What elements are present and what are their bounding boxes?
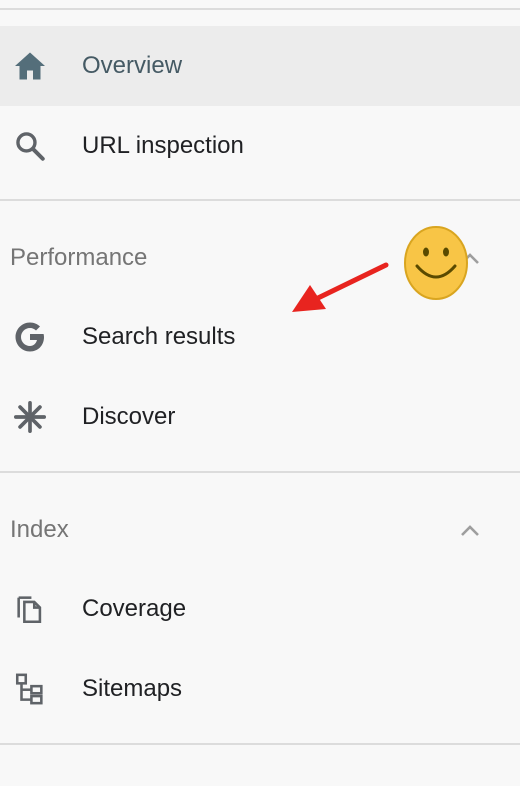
red-arrow-icon (292, 262, 389, 312)
smiley-face-icon (404, 226, 468, 300)
annotation-overlay (292, 226, 468, 312)
